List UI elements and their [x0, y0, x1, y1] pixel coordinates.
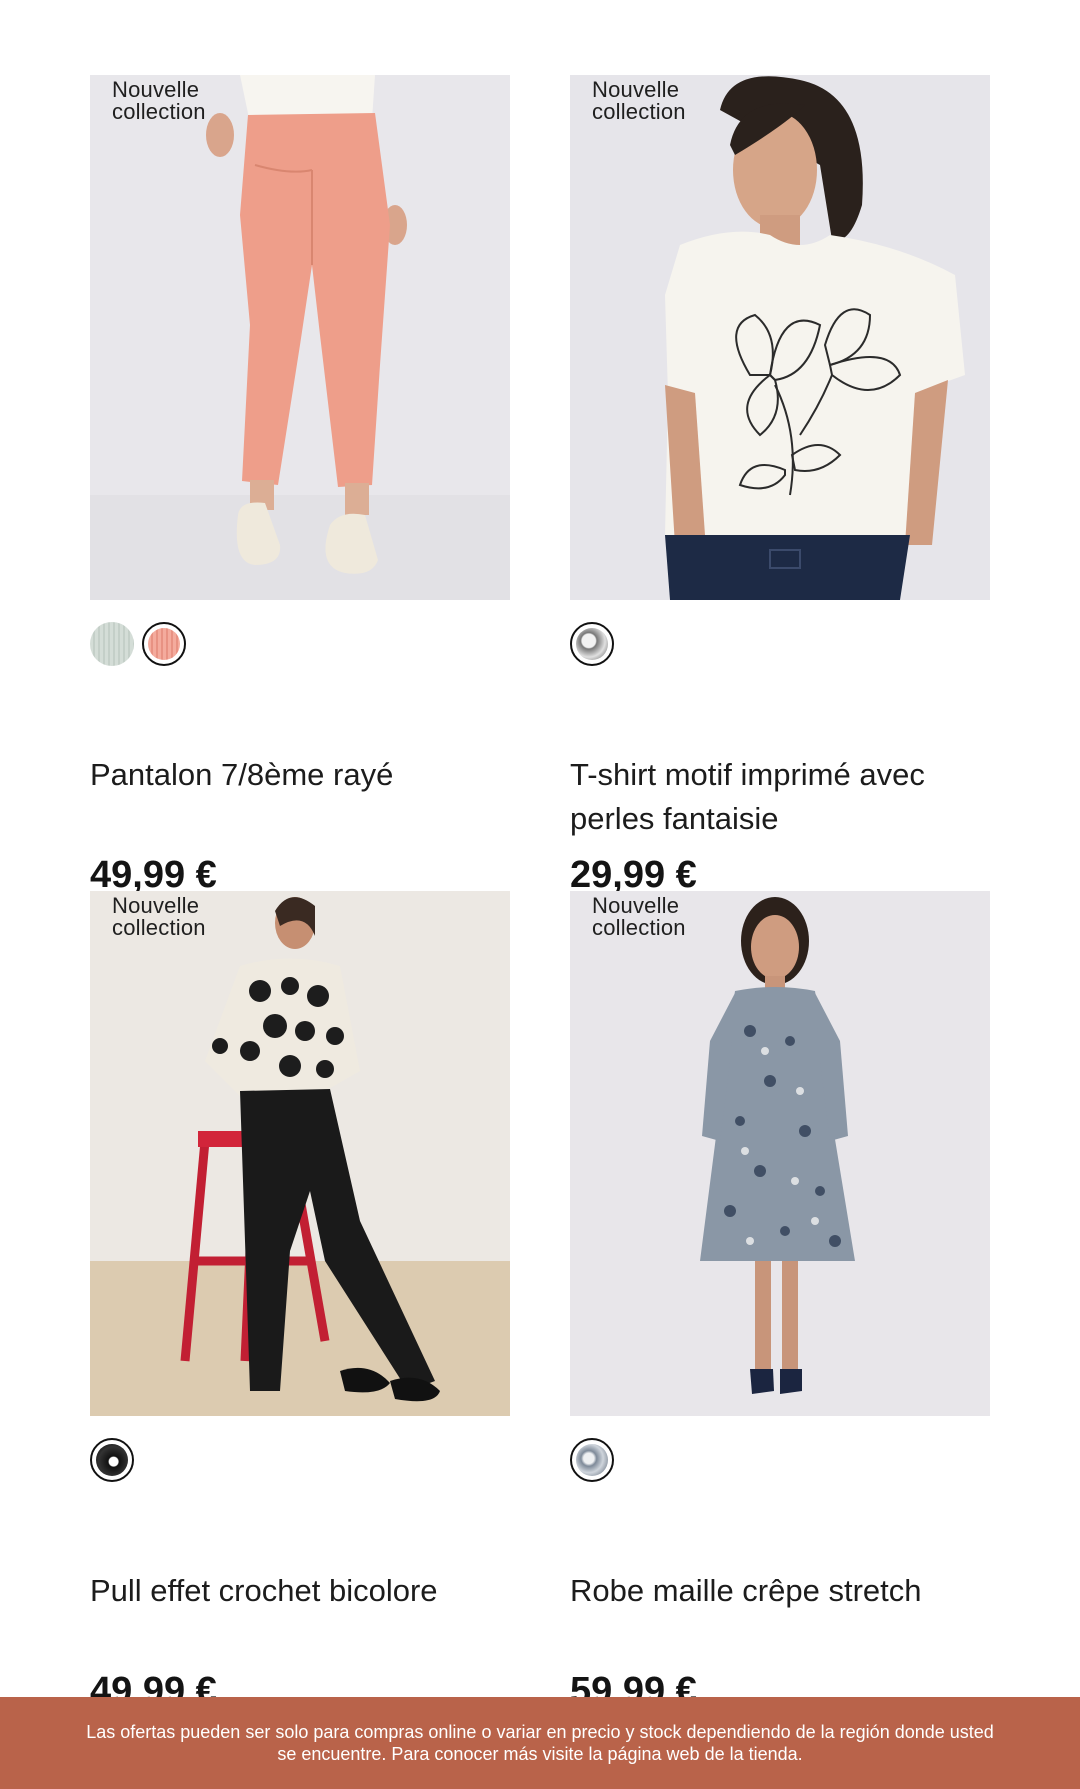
new-collection-badge: Nouvelle collection — [592, 77, 686, 124]
product-name[interactable]: Pantalon 7/8ème rayé — [90, 753, 510, 797]
product-image[interactable]: Nouvelle collection — [90, 891, 510, 1416]
sweater-photo — [90, 891, 510, 1416]
trousers-photo — [90, 75, 510, 600]
tshirt-photo — [570, 75, 990, 600]
product-name[interactable]: Robe maille crêpe stretch — [570, 1569, 990, 1613]
product-card[interactable]: Nouvelle collection T-shirt motif imprim… — [570, 75, 990, 896]
new-collection-badge: Nouvelle collection — [112, 77, 206, 124]
product-card[interactable]: Nouvelle collection Robe maille crêpe st… — [570, 891, 990, 1712]
dress-photo — [570, 891, 990, 1416]
product-image[interactable]: Nouvelle collection — [570, 891, 990, 1416]
color-swatch-mint[interactable] — [90, 622, 134, 666]
product-card[interactable]: Nouvelle collection Pull effet crochet b… — [90, 891, 510, 1712]
color-swatches — [570, 1436, 614, 1484]
product-grid: Nouvelle collection Pantalon 7/8ème rayé… — [90, 75, 990, 1712]
color-swatch-black-white[interactable] — [90, 1438, 134, 1482]
color-swatch-blue-print[interactable] — [570, 1438, 614, 1482]
color-swatches — [570, 620, 614, 668]
color-swatches — [90, 620, 186, 668]
product-image[interactable]: Nouvelle collection — [570, 75, 990, 600]
color-swatches — [90, 1436, 134, 1484]
product-image[interactable]: Nouvelle collection — [90, 75, 510, 600]
product-name[interactable]: Pull effet crochet bicolore — [90, 1569, 510, 1613]
color-swatch-print[interactable] — [570, 622, 614, 666]
color-swatch-pink[interactable] — [142, 622, 186, 666]
product-name[interactable]: T-shirt motif imprimé avec perles fantai… — [570, 753, 990, 841]
new-collection-badge: Nouvelle collection — [112, 893, 206, 940]
disclaimer-text: Las ofertas pueden ser solo para compras… — [86, 1722, 994, 1764]
disclaimer-banner: Las ofertas pueden ser solo para compras… — [0, 1697, 1080, 1789]
product-card[interactable]: Nouvelle collection Pantalon 7/8ème rayé… — [90, 75, 510, 896]
new-collection-badge: Nouvelle collection — [592, 893, 686, 940]
